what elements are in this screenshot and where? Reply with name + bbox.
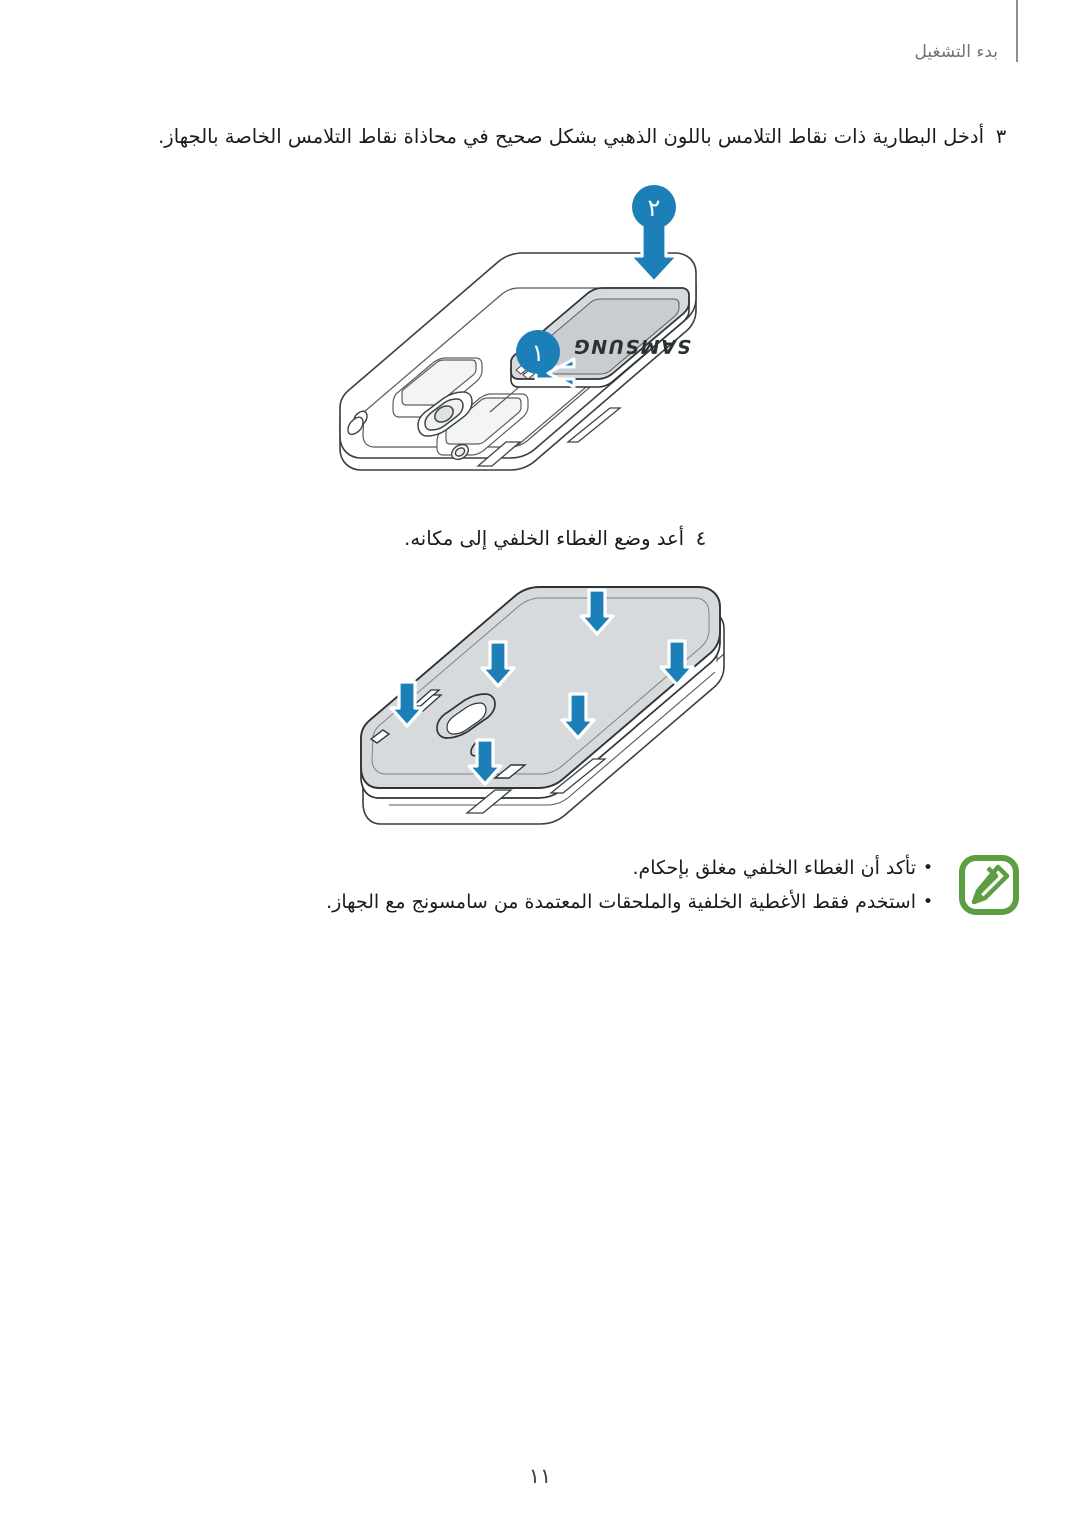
step-4-number: ٤ bbox=[695, 527, 707, 550]
note-item: • تأكد أن الغطاء الخلفي مغلق بإحكام. bbox=[150, 854, 940, 883]
back-cover-press-illustration bbox=[355, 580, 765, 840]
battery-insertion-illustration: SAMSUNG ٢ ١ bbox=[330, 180, 730, 490]
battery-brand-label: SAMSUNG bbox=[570, 335, 693, 358]
note-pen-icon bbox=[958, 854, 1020, 916]
badge-step-1: ١ bbox=[516, 330, 560, 374]
note-bullet-icon: • bbox=[922, 892, 934, 913]
step-3-number: ٣ bbox=[995, 125, 1007, 148]
note-list: • تأكد أن الغطاء الخلفي مغلق بإحكام. • ا… bbox=[150, 852, 940, 923]
page-number: ١١ bbox=[528, 1464, 552, 1488]
badge-step-2: ٢ bbox=[632, 185, 676, 229]
note-item-text: تأكد أن الغطاء الخلفي مغلق بإحكام. bbox=[632, 857, 916, 879]
header-divider-rule bbox=[1016, 0, 1018, 62]
note-item-text: استخدم فقط الأغطية الخلفية والملحقات الم… bbox=[326, 891, 916, 914]
step-3-text: أدخل البطارية ذات نقاط التلامس باللون ال… bbox=[158, 125, 984, 148]
step-4-row: ٤ أعد وضع الغطاء الخلفي إلى مكانه. bbox=[62, 524, 1018, 553]
step-3-row: ٣ أدخل البطارية ذات نقاط التلامس باللون … bbox=[150, 122, 1018, 151]
badge-step-1-label: ١ bbox=[532, 339, 545, 367]
badge-step-2-label: ٢ bbox=[648, 194, 661, 222]
header-title: بدء التشغيل bbox=[914, 42, 998, 62]
note-bullet-icon: • bbox=[922, 858, 934, 878]
note-block: • تأكد أن الغطاء الخلفي مغلق بإحكام. • ا… bbox=[150, 852, 1020, 923]
note-item: • استخدم فقط الأغطية الخلفية والملحقات ا… bbox=[150, 888, 940, 917]
page-header: بدء التشغيل bbox=[620, 32, 1020, 72]
step-4-text: أعد وضع الغطاء الخلفي إلى مكانه. bbox=[404, 527, 684, 550]
